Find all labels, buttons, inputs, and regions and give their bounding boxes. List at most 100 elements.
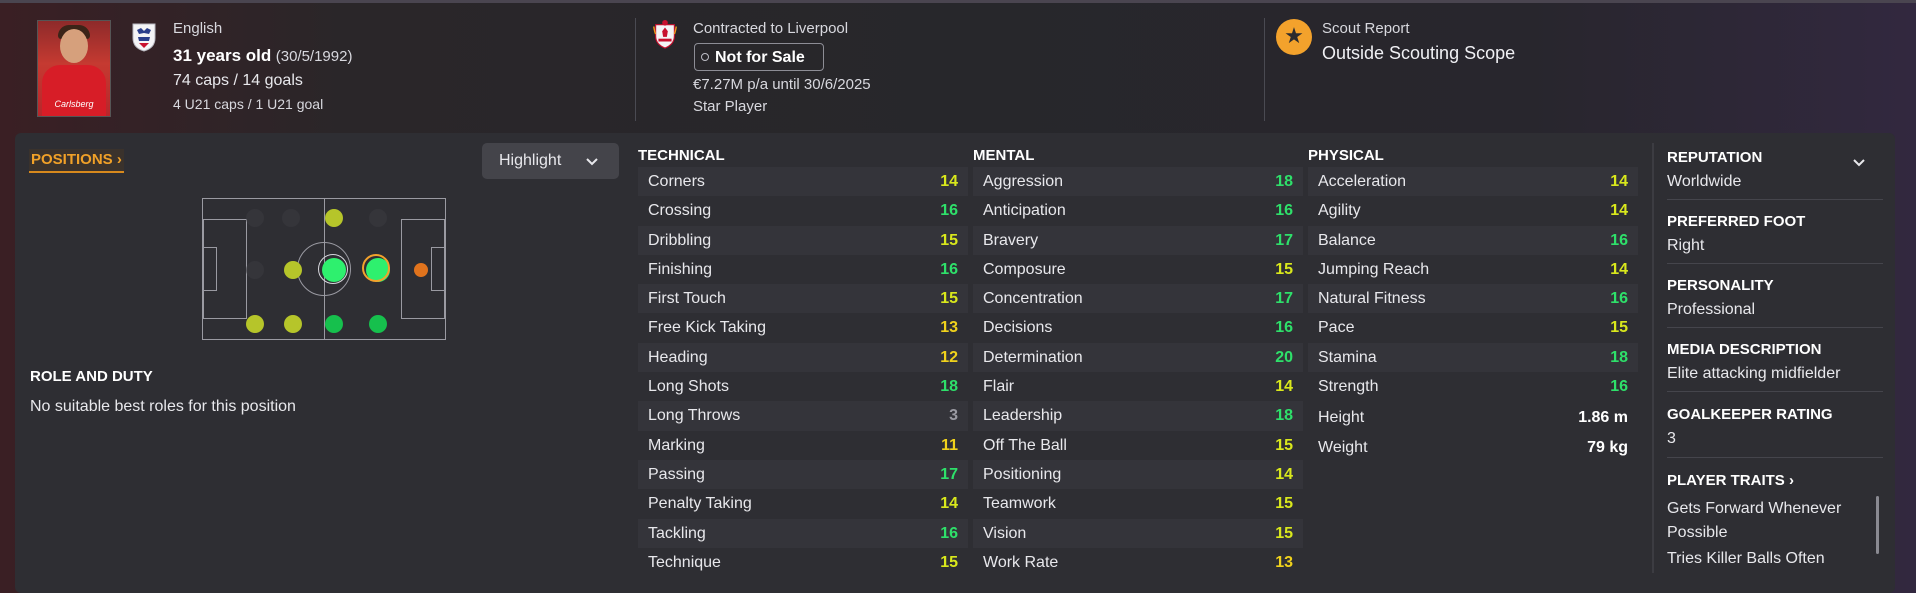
attribute-name: Finishing [648, 260, 713, 278]
attribute-name: Heading [648, 348, 708, 366]
attribute-value: 16 [940, 260, 958, 278]
position-dot[interactable] [284, 315, 302, 333]
attribute-row[interactable]: Aggression 18 [973, 167, 1303, 197]
attribute-row[interactable]: Passing 17 [638, 459, 968, 490]
attribute-row[interactable]: Balance 16 [1308, 225, 1638, 255]
attribute-name: Decisions [983, 319, 1053, 337]
attribute-row[interactable]: Finishing 16 [638, 255, 968, 284]
attribute-row[interactable]: Pace 15 [1308, 313, 1638, 342]
attribute-row[interactable]: Concentration 17 [973, 284, 1303, 314]
attribute-row[interactable]: Long Shots 18 [638, 372, 968, 401]
attribute-row[interactable]: Leadership 18 [973, 401, 1303, 431]
positions-tab[interactable]: POSITIONS › [29, 149, 124, 173]
attribute-name: Marking [648, 436, 705, 454]
attribute-row[interactable]: Long Throws 3 [638, 401, 968, 431]
attribute-row[interactable]: Work Rate 13 [973, 548, 1303, 577]
attribute-value: 13 [940, 319, 958, 337]
attribute-value: 16 [940, 202, 958, 220]
attribute-name: Concentration [983, 290, 1083, 308]
attribute-row[interactable]: First Touch 15 [638, 284, 968, 314]
attribute-row[interactable]: Positioning 14 [973, 459, 1303, 490]
position-dot[interactable] [414, 263, 428, 277]
attribute-row[interactable]: Dribbling 15 [638, 225, 968, 255]
player-traits-link[interactable]: PLAYER TRAITS › [1667, 472, 1794, 489]
star-icon: ★ [1276, 19, 1312, 55]
header-divider [635, 18, 636, 121]
attribute-row[interactable]: Anticipation 16 [973, 196, 1303, 225]
attribute-row[interactable]: Technique 15 [638, 548, 968, 577]
trait-item: Gets Forward Whenever Possible [1667, 500, 1842, 541]
chevron-down-icon[interactable] [1851, 155, 1867, 171]
attribute-value: 16 [1610, 290, 1628, 308]
attribute-row[interactable]: Off The Ball 15 [973, 431, 1303, 460]
attribute-value: 18 [1275, 407, 1293, 425]
attribute-row[interactable]: Corners 14 [638, 167, 968, 197]
attribute-row[interactable]: Crossing 16 [638, 196, 968, 225]
position-dot[interactable] [246, 209, 264, 227]
highlight-label: Highlight [499, 152, 562, 169]
attribute-name: Pace [1318, 319, 1355, 337]
attribute-row[interactable]: Penalty Taking 14 [638, 489, 968, 518]
position-dot[interactable] [325, 209, 343, 227]
attribute-row[interactable]: Flair 14 [973, 372, 1303, 401]
position-dot[interactable] [369, 209, 387, 227]
attribute-row[interactable]: Marking 11 [638, 431, 968, 460]
chevron-right-icon: › [1784, 472, 1794, 489]
england-crest-icon[interactable] [131, 22, 157, 52]
attribute-row[interactable]: Acceleration 14 [1308, 167, 1638, 197]
attribute-name: Acceleration [1318, 173, 1407, 190]
selected-position-ring [362, 254, 390, 282]
attribute-row[interactable]: Strength 16 [1308, 372, 1638, 401]
position-dot[interactable] [284, 261, 302, 279]
attribute-row[interactable]: Heading 12 [638, 342, 968, 373]
attribute-value: 15 [940, 231, 958, 249]
reputation-value: Worldwide [1667, 173, 1742, 190]
attribute-row[interactable]: Natural Fitness 16 [1308, 284, 1638, 314]
attribute-row[interactable]: Free Kick Taking 13 [638, 313, 968, 342]
position-dot[interactable] [369, 315, 387, 333]
reputation-item[interactable]: REPUTATION Worldwide [1667, 149, 1883, 200]
liverpool-crest-icon[interactable] [652, 19, 678, 49]
attribute-name: Work Rate [983, 553, 1059, 571]
attribute-name: Free Kick Taking [648, 319, 766, 337]
traits-scrollbar[interactable] [1876, 496, 1879, 554]
attribute-value: 14 [1275, 378, 1293, 396]
attribute-row[interactable]: Bravery 17 [973, 225, 1303, 255]
u21-caps: 4 U21 caps / 1 U21 goal [173, 96, 324, 112]
attribute-name: Passing [648, 465, 705, 483]
technical-rows: Corners 14 Crossing 16 Dribbling 15 Finishing 1… [638, 167, 968, 577]
international-caps: 74 caps / 14 goals [173, 72, 303, 89]
preferred-foot-title: PREFERRED FOOT [1667, 213, 1806, 230]
attribute-name: Technique [648, 553, 721, 571]
attribute-name: Dribbling [648, 231, 712, 249]
position-dot[interactable] [282, 209, 300, 227]
attribute-value: 15 [1275, 495, 1293, 513]
highlight-dropdown[interactable]: Highlight [482, 143, 619, 179]
attribute-row[interactable]: Stamina 18 [1308, 342, 1638, 373]
attribute-row[interactable]: Teamwork 15 [973, 489, 1303, 518]
height-label: Height [1318, 409, 1365, 427]
attribute-name: Stamina [1318, 348, 1377, 366]
attribute-row[interactable]: Agility 14 [1308, 196, 1638, 225]
position-dot[interactable] [325, 315, 343, 333]
attribute-name: Aggression [983, 173, 1064, 190]
attribute-name: First Touch [648, 290, 726, 308]
attribute-name: Crossing [648, 202, 712, 220]
attribute-value: 14 [1275, 465, 1293, 483]
transfer-status-button[interactable]: Not for Sale [694, 43, 824, 71]
scout-report-label[interactable]: Scout Report [1322, 20, 1410, 37]
contract-club[interactable]: Contracted to Liverpool [693, 20, 848, 37]
attribute-row[interactable]: Determination 20 [973, 342, 1303, 373]
attribute-row[interactable]: Jumping Reach 14 [1308, 255, 1638, 284]
photo-face [60, 29, 88, 63]
attribute-row[interactable]: Decisions 16 [973, 313, 1303, 342]
preferred-foot-item: PREFERRED FOOT Right [1667, 213, 1883, 264]
physical-attributes: PHYSICAL Acceleration 14 Agility 14 Balance 1… [1308, 147, 1638, 462]
position-dot[interactable] [246, 315, 264, 333]
attribute-row[interactable]: Tackling 16 [638, 518, 968, 548]
attribute-row[interactable]: Vision 15 [973, 518, 1303, 548]
attribute-row[interactable]: Composure 15 [973, 255, 1303, 284]
position-dot[interactable] [246, 261, 264, 279]
transfer-status: Not for Sale [715, 49, 805, 66]
personality-item: PERSONALITY Professional [1667, 277, 1883, 328]
